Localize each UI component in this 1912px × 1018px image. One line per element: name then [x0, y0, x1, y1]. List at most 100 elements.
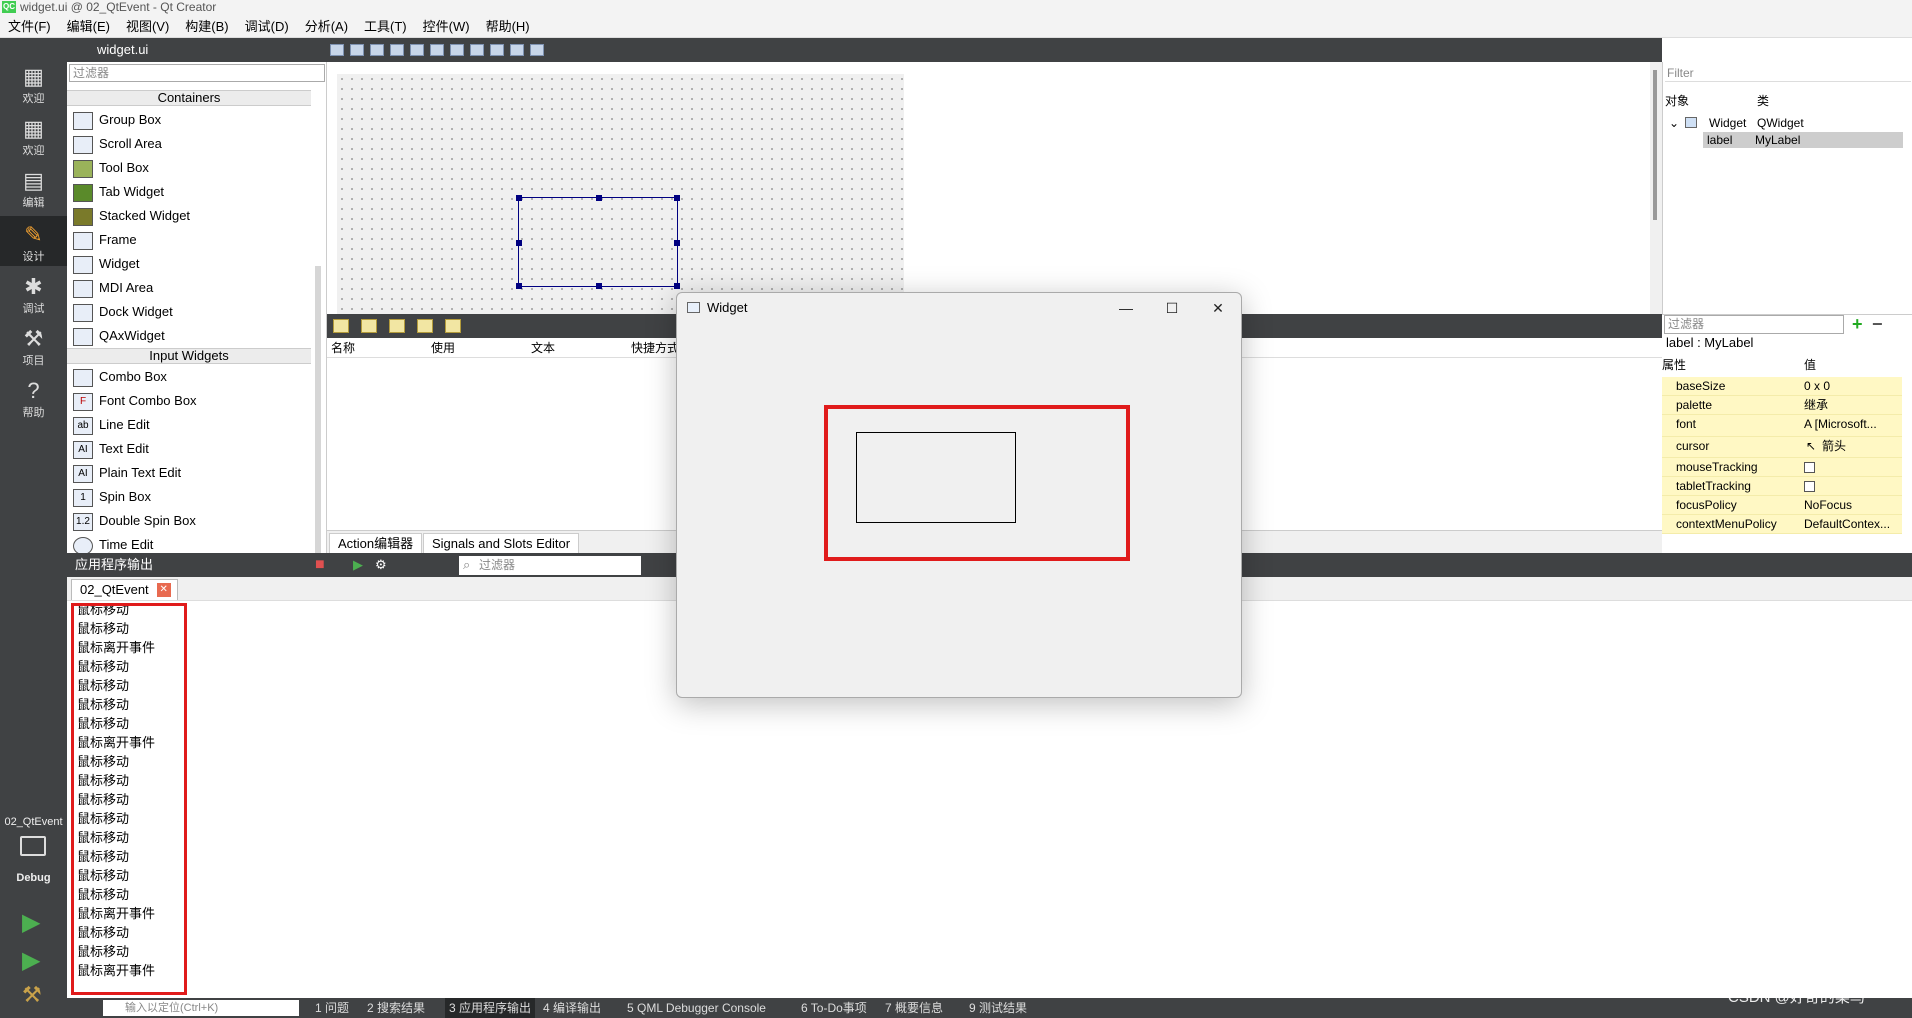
menu-debug[interactable]: 调试(D): [237, 16, 297, 38]
widget-tool-box[interactable]: Tool Box: [73, 156, 313, 180]
selected-label[interactable]: [516, 195, 680, 289]
kit-project[interactable]: 02_QtEvent: [0, 816, 67, 828]
widget-scroll-area[interactable]: Scroll Area: [73, 132, 313, 156]
mode-welcome-2[interactable]: ▦ 欢迎: [0, 110, 67, 160]
status-todo[interactable]: 6 To-Do事项: [801, 998, 867, 1018]
widgetbox-scrollbar[interactable]: [315, 266, 321, 553]
mylabel-area[interactable]: [856, 432, 1016, 523]
status-search-results[interactable]: 2 搜索结果: [367, 998, 425, 1018]
property-row[interactable]: focusPolicy NoFocus: [1662, 496, 1902, 515]
column-property[interactable]: 属性: [1662, 356, 1686, 374]
resize-handle[interactable]: [596, 195, 602, 201]
menu-file[interactable]: 文件(F): [0, 16, 59, 38]
mode-edit[interactable]: ▤ 编辑: [0, 162, 67, 212]
mode-projects[interactable]: ⚒ 项目: [0, 320, 67, 370]
stop-icon[interactable]: ■: [315, 553, 325, 577]
layout-icon[interactable]: [450, 44, 464, 56]
status-test-results[interactable]: 9 测试结果: [969, 998, 1027, 1018]
editor-file-tab[interactable]: widget.ui: [67, 38, 327, 62]
menu-analyze[interactable]: 分析(A): [297, 16, 356, 38]
build-hammer-icon[interactable]: ⚒: [22, 982, 42, 1008]
form-widget[interactable]: [337, 74, 904, 314]
monitor-icon[interactable]: [20, 836, 46, 856]
widget-widget[interactable]: Widget: [73, 252, 313, 276]
menu-help[interactable]: 帮助(H): [478, 16, 538, 38]
resize-handle[interactable]: [674, 195, 680, 201]
menu-build[interactable]: 构建(B): [177, 16, 236, 38]
mouse-tracking-checkbox[interactable]: [1804, 462, 1815, 474]
widget-tab-widget[interactable]: Tab Widget: [73, 180, 313, 204]
layout-icon[interactable]: [350, 44, 364, 56]
resize-handle[interactable]: [674, 240, 680, 246]
mode-design[interactable]: ✎ 设计: [0, 216, 67, 266]
widget-qaxwidget[interactable]: QAxWidget: [73, 324, 313, 348]
output-tab[interactable]: 02_QtEvent ✕: [71, 579, 178, 600]
property-row[interactable]: font A [Microsoft...: [1662, 415, 1902, 437]
resize-handle[interactable]: [674, 283, 680, 289]
status-qml-console[interactable]: 5 QML Debugger Console: [627, 998, 766, 1018]
property-row[interactable]: mouseTracking: [1662, 458, 1902, 477]
property-row[interactable]: palette 继承: [1662, 396, 1902, 415]
status-compile-output[interactable]: 4 编译输出: [543, 998, 601, 1018]
delete-action-icon[interactable]: [417, 319, 433, 333]
widget-dock-widget[interactable]: Dock Widget: [73, 300, 313, 324]
column-value[interactable]: 值: [1804, 356, 1816, 374]
gear-icon[interactable]: ⚙: [375, 553, 387, 577]
layout-icon[interactable]: [470, 44, 484, 56]
widget-font-combo-box[interactable]: F Font Combo Box: [73, 389, 313, 413]
menu-tools[interactable]: 工具(T): [356, 16, 415, 38]
mode-welcome[interactable]: ▦ 欢迎: [0, 58, 67, 108]
layout-icon[interactable]: [530, 44, 544, 56]
resize-handle[interactable]: [596, 283, 602, 289]
mode-help[interactable]: ? 帮助: [0, 372, 67, 422]
minus-icon[interactable]: −: [1872, 315, 1883, 333]
widget-group-box[interactable]: Group Box: [73, 108, 313, 132]
status-general-messages[interactable]: 7 概要信息: [885, 998, 943, 1018]
property-row[interactable]: cursor 箭头 ↖: [1662, 437, 1902, 458]
category-containers[interactable]: Containers: [67, 90, 311, 106]
zoom-out-icon[interactable]: −: [599, 553, 608, 577]
paste-action-icon[interactable]: [389, 319, 405, 333]
menu-view[interactable]: 视图(V): [118, 16, 177, 38]
widget-plain-text-edit[interactable]: AI Plain Text Edit: [73, 461, 313, 485]
debug-run-icon[interactable]: ▶: [22, 946, 40, 975]
menu-widget[interactable]: 控件(W): [415, 16, 478, 38]
locator-input[interactable]: 输入以定位(Ctrl+K): [103, 1000, 299, 1016]
copy-action-icon[interactable]: [361, 319, 377, 333]
layout-icon[interactable]: [390, 44, 404, 56]
widget-double-spin-box[interactable]: 1.2 Double Spin Box: [73, 509, 313, 533]
layout-icon[interactable]: [330, 44, 344, 56]
widget-mdi-area[interactable]: MDI Area: [73, 276, 313, 300]
kit-mode[interactable]: Debug: [0, 872, 67, 884]
layout-icon[interactable]: [410, 44, 424, 56]
property-row[interactable]: contextMenuPolicy DefaultContex...: [1662, 515, 1902, 534]
output-filter-input[interactable]: 过滤器: [459, 556, 641, 575]
close-icon[interactable]: ✕: [156, 583, 171, 597]
property-filter-input[interactable]: 过滤器: [1664, 315, 1844, 334]
layout-icon[interactable]: [510, 44, 524, 56]
column-name[interactable]: 名称: [331, 338, 355, 358]
rerun-icon[interactable]: ▶: [353, 553, 363, 577]
object-filter-input[interactable]: Filter: [1665, 64, 1911, 82]
status-issues[interactable]: 1 问题: [315, 998, 349, 1018]
minimize-button[interactable]: —: [1103, 293, 1149, 323]
resize-handle[interactable]: [516, 240, 522, 246]
maximize-button[interactable]: ☐: [1149, 293, 1195, 323]
menu-edit[interactable]: 编辑(E): [59, 16, 118, 38]
running-widget-window[interactable]: Widget — ☐ ✕: [676, 292, 1242, 698]
category-input-widgets[interactable]: Input Widgets: [67, 348, 311, 364]
close-button[interactable]: ✕: [1195, 293, 1241, 323]
column-shortcut[interactable]: 快捷方式: [631, 338, 679, 358]
widget-text-edit[interactable]: AI Text Edit: [73, 437, 313, 461]
property-row[interactable]: baseSize 0 x 0: [1662, 377, 1902, 396]
tablet-tracking-checkbox[interactable]: [1804, 481, 1815, 493]
column-used[interactable]: 使用: [431, 338, 455, 358]
column-object[interactable]: 对象: [1665, 92, 1689, 110]
chevron-down-icon[interactable]: ⌄: [1669, 115, 1679, 131]
tab-signals-slots[interactable]: Signals and Slots Editor: [423, 533, 580, 553]
layout-icon[interactable]: [490, 44, 504, 56]
widget-frame[interactable]: Frame: [73, 228, 313, 252]
widget-stacked-widget[interactable]: Stacked Widget: [73, 204, 313, 228]
mode-debug[interactable]: ✱ 调试: [0, 268, 67, 318]
scroll-thumb[interactable]: [1653, 70, 1657, 220]
